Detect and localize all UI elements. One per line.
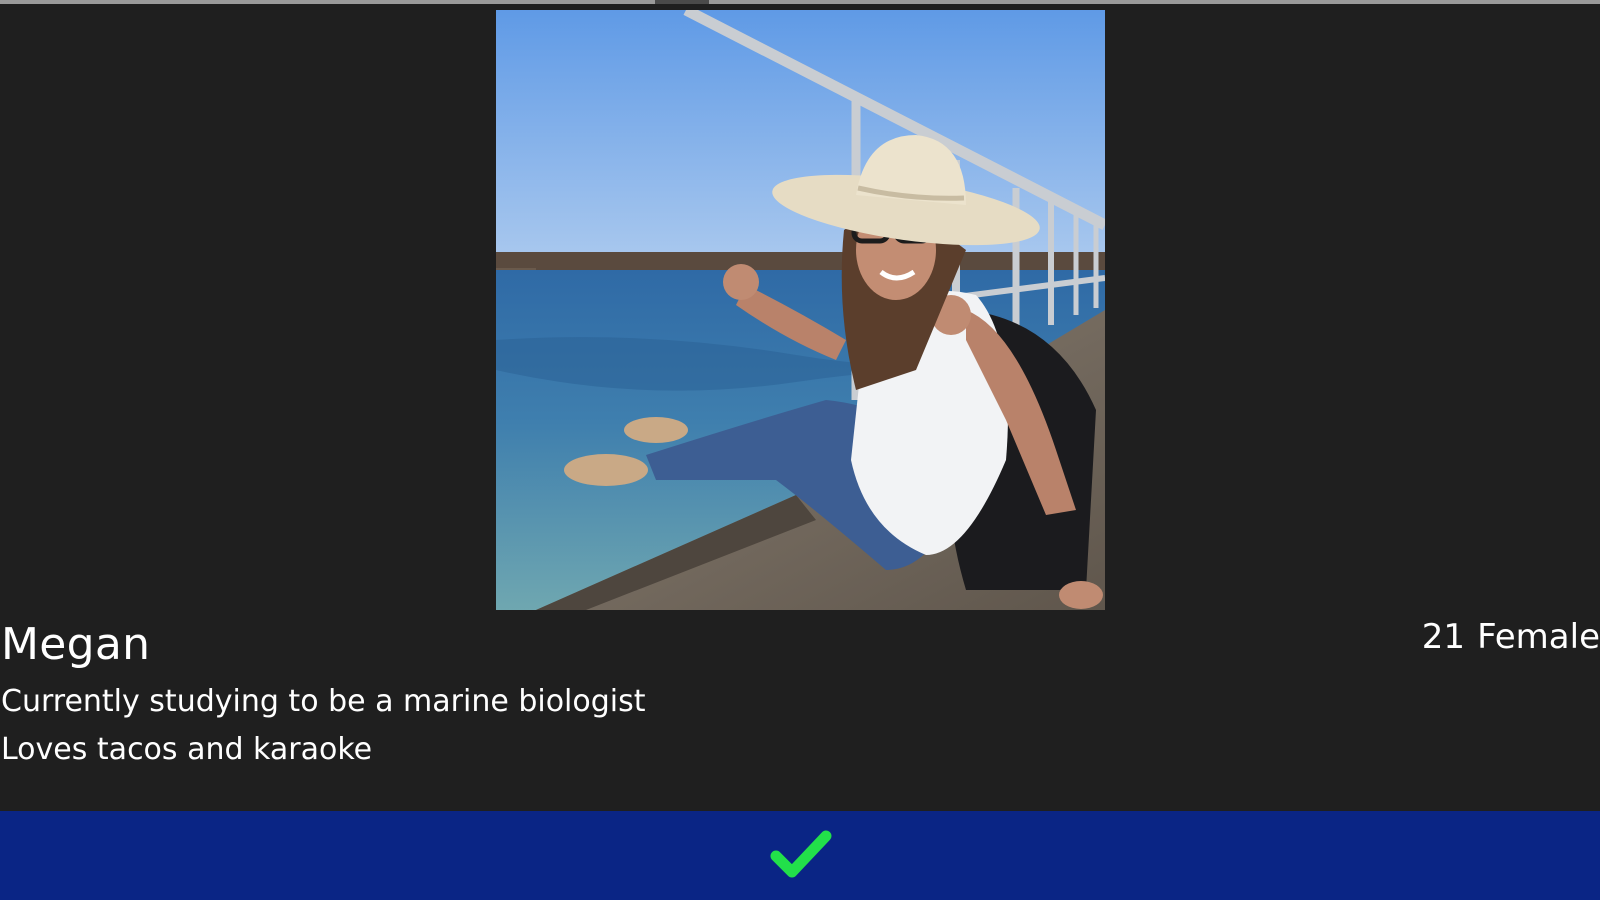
profile-age: 21 [1421, 617, 1466, 657]
action-bar [0, 811, 1600, 900]
profile-name: Megan [1, 619, 151, 670]
top-divider [0, 0, 1600, 10]
profile-screen: Megan 21 Female Currently studying to be … [0, 0, 1600, 900]
profile-meta: 21 Female [1422, 616, 1600, 658]
checkmark-icon [770, 830, 832, 878]
scroll-indicator [655, 0, 709, 4]
accept-button[interactable] [756, 825, 846, 885]
profile-gender: Female [1477, 617, 1600, 657]
bio-line-interests: Loves tacos and karaoke [1, 732, 373, 767]
bio-line-occupation: Currently studying to be a marine biolog… [1, 684, 646, 719]
profile-photo [496, 10, 1105, 610]
